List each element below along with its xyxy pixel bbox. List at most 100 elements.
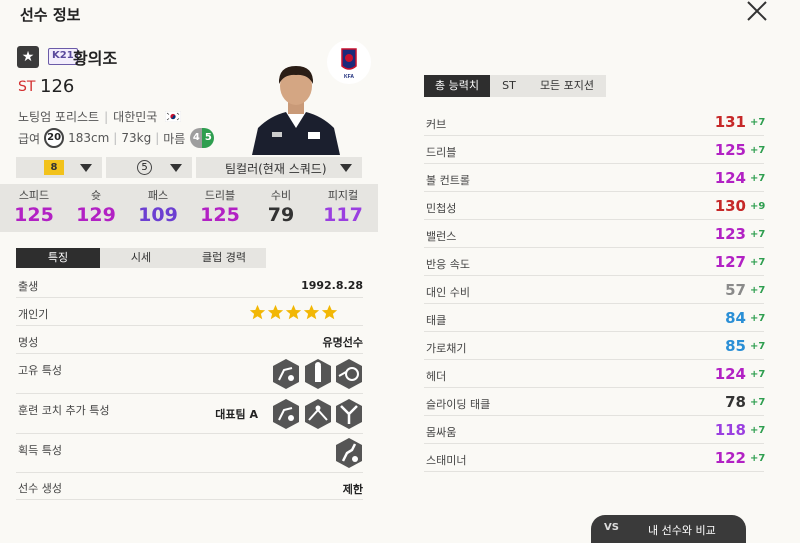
birth-value: 1992.8.28 <box>301 279 363 292</box>
attribute-bonus: +7 <box>750 117 766 128</box>
star-icon <box>321 304 338 320</box>
player-height: 183cm <box>68 131 110 145</box>
fame-value: 유명선수 <box>322 336 363 349</box>
attribute-value: 124 <box>714 169 746 187</box>
divider <box>424 471 764 472</box>
divider <box>424 135 764 136</box>
attribute-value: 84 <box>725 309 746 327</box>
divider <box>424 443 764 444</box>
attribute-label: 헤더 <box>426 370 447 383</box>
divider <box>16 433 363 434</box>
divider <box>16 472 363 473</box>
player-name: 황의조 <box>73 49 118 68</box>
tab-position-st[interactable]: ST <box>490 75 528 97</box>
coach-trait-team-player-icon[interactable] <box>335 398 363 430</box>
generation-value: 제한 <box>342 483 363 496</box>
coach-traits-label: 훈련 코치 추가 특성 <box>18 404 110 417</box>
attribute-value: 125 <box>714 141 746 159</box>
compare-with-my-player-button[interactable]: VS 내 선수와 비교 <box>591 515 746 543</box>
skill-moves-label: 개인기 <box>18 308 49 321</box>
acquired-traits-label: 획득 특성 <box>18 444 62 457</box>
attribute-label: 슬라이딩 태클 <box>426 398 491 411</box>
divider <box>16 325 363 326</box>
attribute-label: 드리블 <box>426 146 457 159</box>
team-select[interactable]: 팀컬러(현재 스쿼드) <box>196 157 362 178</box>
fame-label: 명성 <box>18 336 39 349</box>
favorite-star-icon[interactable]: ★ <box>17 46 39 68</box>
attribute-label: 반응 속도 <box>426 258 470 271</box>
divider <box>424 359 764 360</box>
attribute-value: 131 <box>714 113 746 131</box>
chevron-down-icon <box>80 164 92 172</box>
attribute-label: 몸싸움 <box>426 426 457 439</box>
attribute-label: 가로채기 <box>426 342 467 355</box>
attribute-bonus: +7 <box>750 453 766 464</box>
attribute-value: 118 <box>714 421 746 439</box>
birth-label: 출생 <box>18 280 39 293</box>
attribute-bonus: +7 <box>750 173 766 184</box>
attribute-bonus: +7 <box>750 145 766 156</box>
divider <box>424 387 764 388</box>
attribute-bonus: +9 <box>750 201 766 212</box>
attribute-bonus: +7 <box>750 257 766 268</box>
divider <box>424 303 764 304</box>
tab-all-positions[interactable]: 모든 포지션 <box>528 75 606 97</box>
divider <box>424 219 764 220</box>
attribute-bonus: +7 <box>750 397 766 408</box>
attribute-label: 대인 수비 <box>426 286 470 299</box>
team-color-level-select[interactable]: 5 <box>106 157 192 178</box>
trait-finesse-shot-icon[interactable] <box>272 358 300 390</box>
player-body-info: 급여 20 183cm | 73kg | 마름 45 <box>18 128 215 148</box>
attribute-label: 태클 <box>426 314 447 327</box>
divider <box>424 163 764 164</box>
attribute-bonus: +7 <box>750 229 766 240</box>
player-overall: 126 <box>40 76 75 97</box>
attribute-bonus: +7 <box>750 369 766 380</box>
acquired-trait-dribbler-icon[interactable] <box>335 437 363 469</box>
trait-power-header-icon[interactable] <box>304 358 332 390</box>
close-icon[interactable] <box>744 0 770 22</box>
chevron-down-icon <box>170 164 182 172</box>
stat-shooting: 슛 129 <box>76 189 116 226</box>
korea-flag-icon <box>164 110 182 123</box>
attribute-value: 127 <box>714 253 746 271</box>
salary-badge: 20 <box>44 128 65 148</box>
divider <box>424 275 764 276</box>
attribute-label: 밸런스 <box>426 230 457 243</box>
tab-total-stats[interactable]: 총 능력치 <box>424 75 490 97</box>
stat-dribbling: 드리블 125 <box>200 189 240 226</box>
player-body-type: 마름 <box>163 131 186 146</box>
divider <box>424 191 764 192</box>
player-weight: 73kg <box>121 131 152 145</box>
enhance-level-select[interactable]: 8 <box>16 157 102 178</box>
chevron-down-icon <box>340 164 352 172</box>
tab-club-career[interactable]: 클럽 경력 <box>182 248 266 268</box>
vs-icon: VS <box>604 522 619 533</box>
coach-trait-slide-tackle-icon[interactable] <box>304 398 332 430</box>
divider <box>16 353 363 354</box>
coach-traits-value: 대표팀 A <box>215 408 258 421</box>
divider <box>16 393 363 394</box>
player-info-line: 노팅엄 포리스트 | 대한민국 <box>18 108 182 125</box>
kfa-emblem-icon: KFA <box>327 40 371 84</box>
star-icon <box>267 304 284 320</box>
divider <box>424 331 764 332</box>
coach-trait-finesse-icon[interactable] <box>272 398 300 430</box>
star-icon <box>303 304 320 320</box>
tab-market-price[interactable]: 시세 <box>100 248 182 268</box>
attribute-label: 스태미너 <box>426 454 467 467</box>
attribute-value: 85 <box>725 337 746 355</box>
generation-label: 선수 생성 <box>18 482 62 495</box>
attribute-value: 57 <box>725 281 746 299</box>
tab-features[interactable]: 특징 <box>16 248 100 268</box>
attribute-label: 볼 컨트롤 <box>426 174 470 187</box>
attribute-label: 커브 <box>426 118 447 131</box>
star-icon <box>285 304 302 320</box>
attribute-label: 민첩성 <box>426 202 457 215</box>
stat-defending: 수비 79 <box>267 189 295 226</box>
unique-traits-label: 고유 특성 <box>18 364 62 377</box>
attribute-value: 78 <box>725 393 746 411</box>
stat-speed: 스피드 125 <box>14 189 54 226</box>
attribute-bonus: +7 <box>750 425 766 436</box>
trait-long-shot-icon[interactable] <box>335 358 363 390</box>
